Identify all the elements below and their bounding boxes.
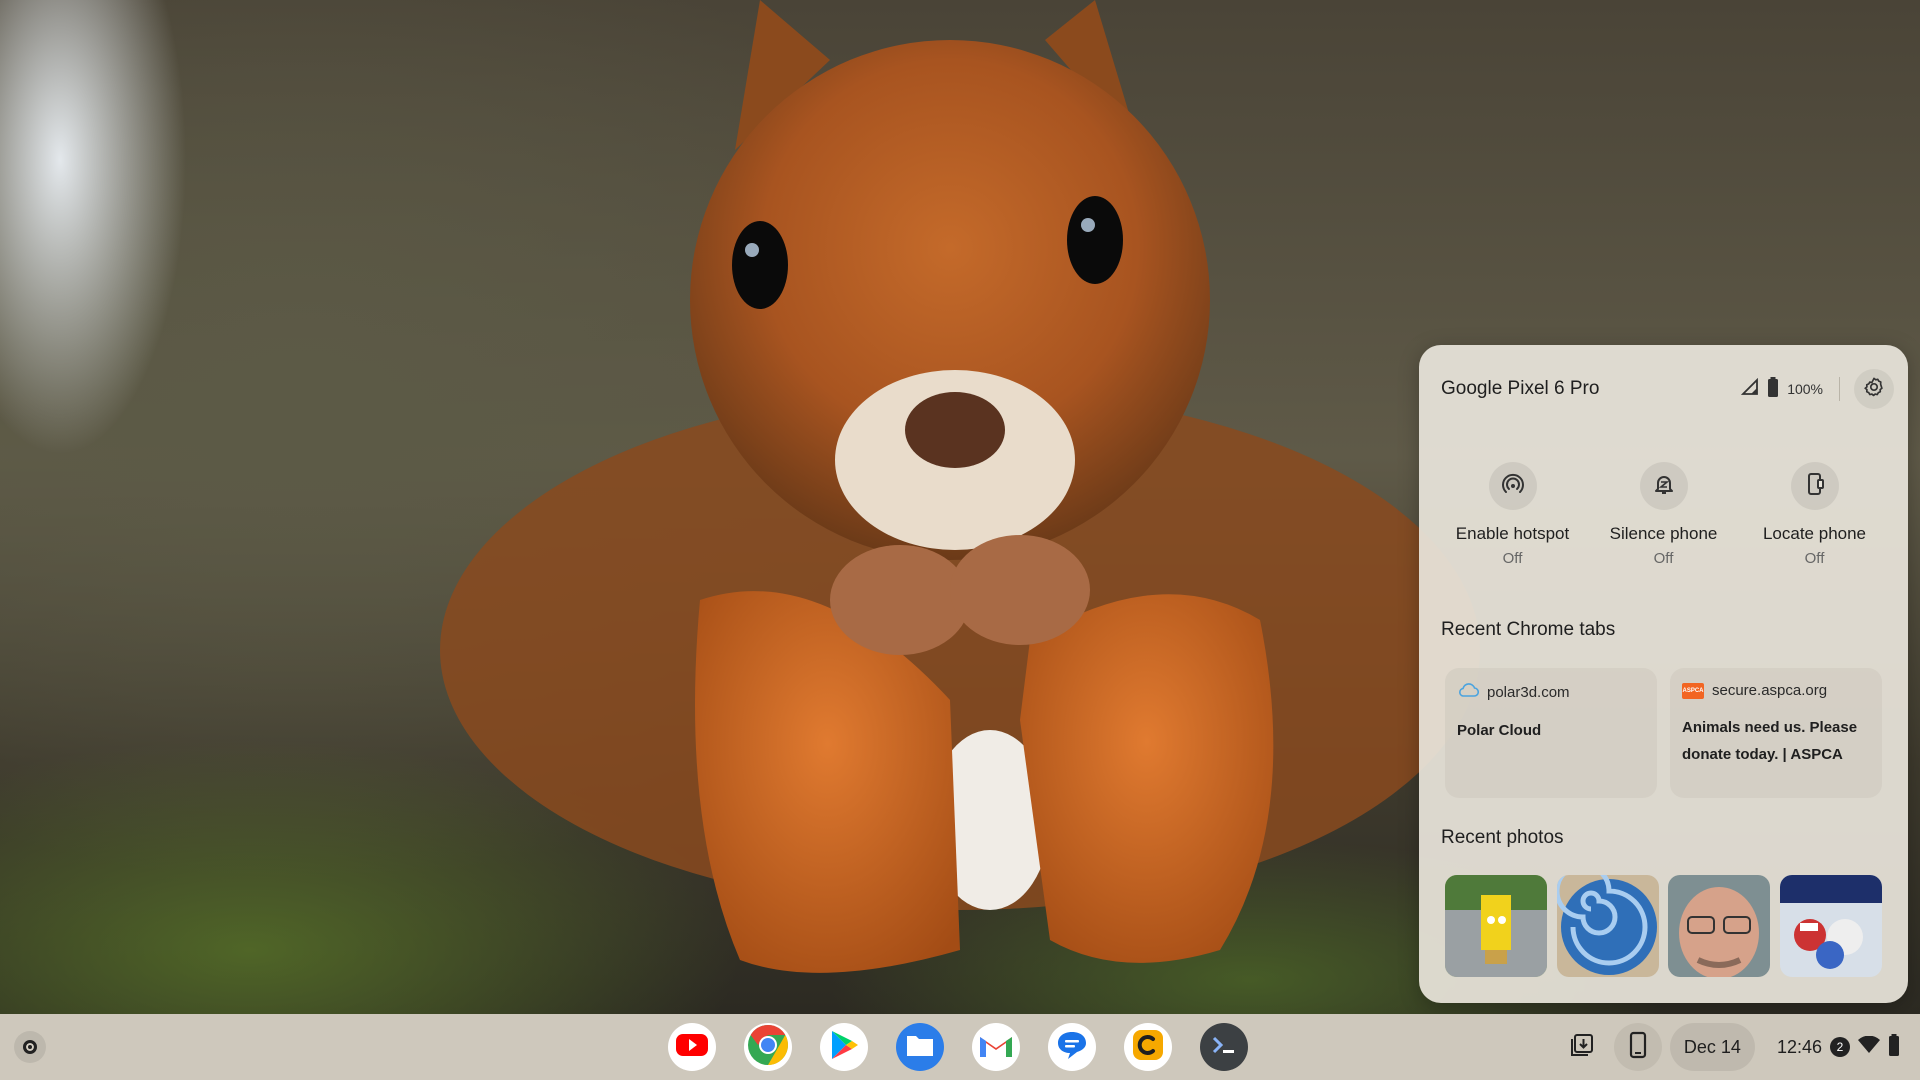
youtube-icon [672,1025,712,1070]
c-app[interactable] [1124,1023,1172,1071]
silence-toggle[interactable]: Silence phone Off [1590,462,1737,567]
recent-photos-list [1445,875,1882,981]
stuffed-toys-photo[interactable] [1779,875,1882,977]
locate-state: Off [1804,550,1825,567]
locate-toggle[interactable]: Locate phone Off [1741,462,1888,567]
tab-site: polar3d.com [1487,683,1570,701]
phone-hub-header: Google Pixel 6 Pro 100% [1441,367,1894,411]
launcher-icon [23,1040,37,1054]
system-tray[interactable]: 12:46 2 [1763,1023,1906,1071]
settings-button[interactable] [1854,369,1894,409]
shelf: Dec 14 12:46 2 [0,1014,1920,1080]
pinned-apps [668,1023,1248,1071]
device-name: Google Pixel 6 Pro [1441,378,1600,399]
terminal-app[interactable] [1200,1023,1248,1071]
battery-percent: 100% [1787,381,1823,397]
header-divider [1839,377,1840,401]
messages-app[interactable] [1048,1023,1096,1071]
phone-hub-panel: Google Pixel 6 Pro 100% Enable hotspot O… [1419,345,1908,1003]
hotspot-state: Off [1502,550,1523,567]
silence-bell-icon [1652,472,1676,501]
signal-icon [1741,377,1759,401]
clock-time: 12:46 [1776,1036,1822,1057]
wifi-icon [1858,1035,1880,1059]
cloud-icon [1457,682,1480,702]
battery-icon [1767,376,1779,402]
c-app-icon [1130,1027,1166,1068]
recent-tabs-list: polar3d.com Polar Cloud ASPCA secure.asp… [1445,668,1882,798]
silence-button[interactable] [1639,462,1688,510]
play-store-app[interactable] [820,1023,868,1071]
date-tray[interactable]: Dec 14 [1669,1023,1755,1071]
selfie-photo[interactable] [1668,875,1771,977]
holding-space-button[interactable] [1558,1023,1606,1071]
hotspot-label: Enable hotspot [1455,524,1570,543]
tab-title: Polar Cloud [1457,722,1542,739]
status-tray: Dec 14 12:46 2 [1558,1023,1906,1071]
date-text: Dec 14 [1683,1036,1741,1057]
terminal-icon [1209,1033,1239,1062]
notification-count-badge: 2 [1830,1037,1850,1057]
chrome-icon [746,1023,790,1072]
phone-icon [1628,1031,1648,1064]
locate-label: Locate phone [1762,524,1867,543]
youtube-app[interactable] [668,1023,716,1071]
phone-hub-button[interactable] [1613,1023,1662,1071]
launcher-button[interactable] [14,1031,46,1063]
hotspot-icon [1501,472,1525,501]
tab-site-row: polar3d.com [1457,682,1645,702]
hotspot-toggle[interactable]: Enable hotspot Off [1439,462,1586,567]
holding-space-icon [1569,1032,1595,1063]
gmail-icon [978,1031,1014,1064]
locate-phone-icon [1803,472,1827,501]
tab-site-row: ASPCA secure.aspca.org [1682,682,1870,699]
blue-swirl-photo[interactable] [1556,875,1659,977]
recent-tab-card[interactable]: polar3d.com Polar Cloud [1445,668,1657,798]
recent-tabs-title: Recent Chrome tabs [1441,619,1616,640]
files-app[interactable] [896,1023,944,1071]
phone-status: 100% [1741,376,1823,402]
quick-actions-row: Enable hotspot Off Silence phone Off Loc… [1439,462,1888,567]
gmail-app[interactable] [972,1023,1020,1071]
battery-tray-icon [1888,1033,1900,1061]
recent-tab-card[interactable]: ASPCA secure.aspca.org Animals need us. … [1670,668,1882,798]
play-store-icon [826,1027,862,1068]
sponge-figure-photo[interactable] [1445,875,1547,977]
files-icon [905,1032,935,1063]
gear-icon [1863,376,1885,403]
chrome-app[interactable] [744,1023,792,1071]
tab-site: secure.aspca.org [1712,682,1828,699]
silence-label: Silence phone [1609,524,1718,543]
messages-icon [1055,1029,1089,1066]
silence-state: Off [1653,550,1674,567]
recent-photos-title: Recent photos [1441,827,1564,848]
hotspot-button[interactable] [1488,462,1537,510]
locate-button[interactable] [1790,462,1839,510]
aspca-icon: ASPCA [1682,682,1704,699]
tab-title: Animals need us. Please donate today. | … [1682,719,1858,763]
